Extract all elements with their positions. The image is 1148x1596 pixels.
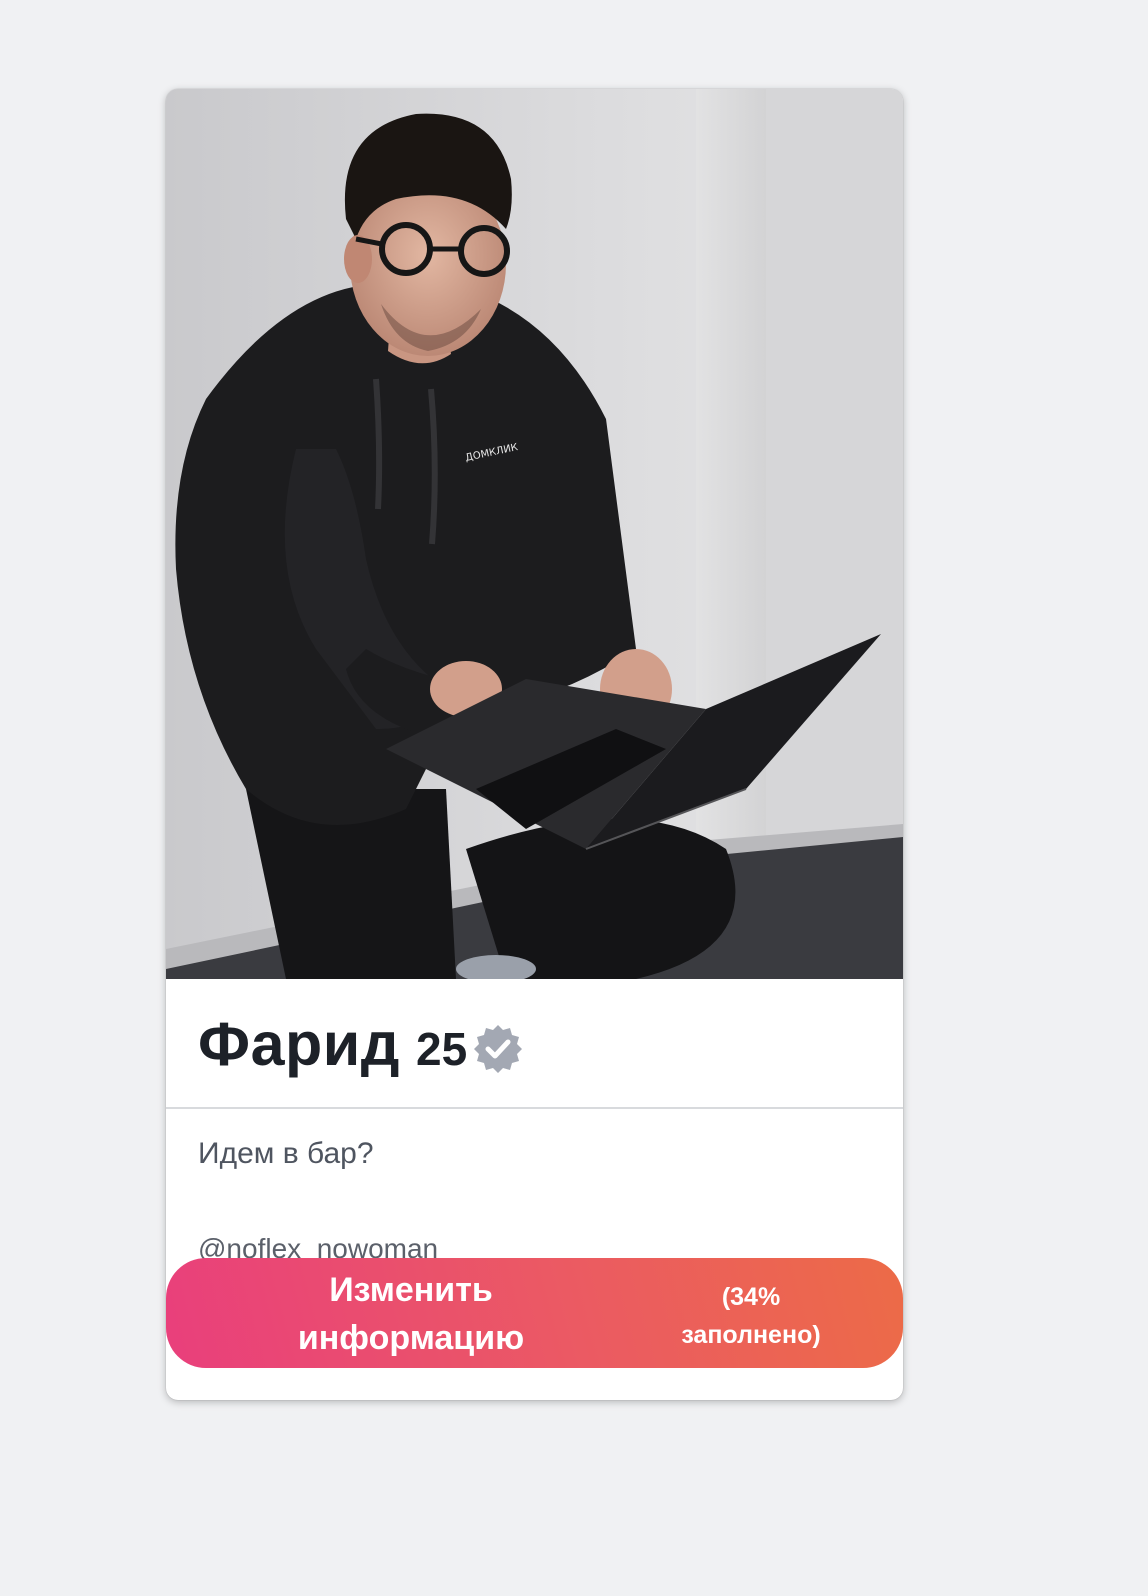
- name-row: Фарид 25: [198, 1009, 523, 1079]
- verified-badge-icon: [473, 1023, 523, 1073]
- profile-age: 25: [415, 1023, 468, 1075]
- profile-bio: Идем в бар?: [198, 1137, 374, 1170]
- profile-card: ДОМКЛИК Фарид 25 Идем в бар? @noflex_now…: [166, 89, 903, 1400]
- divider: [166, 1107, 903, 1109]
- profile-name: Фарид: [198, 1010, 400, 1078]
- completion-percent-line2: заполнено): [681, 1321, 821, 1349]
- edit-info-label: Изменить информацию: [166, 1266, 656, 1362]
- edit-info-label-line1: Изменить: [329, 1271, 493, 1309]
- profile-photo[interactable]: ДОМКЛИК: [166, 89, 903, 979]
- completion-percent-line1: (34%: [721, 1283, 781, 1311]
- profile-photo-image: ДОМКЛИК: [166, 89, 903, 979]
- edit-info-button[interactable]: Изменить информацию (34% заполнено): [166, 1258, 903, 1368]
- edit-info-label-line2: информацию: [297, 1319, 525, 1357]
- completion-percent-label: (34% заполнено): [646, 1278, 856, 1354]
